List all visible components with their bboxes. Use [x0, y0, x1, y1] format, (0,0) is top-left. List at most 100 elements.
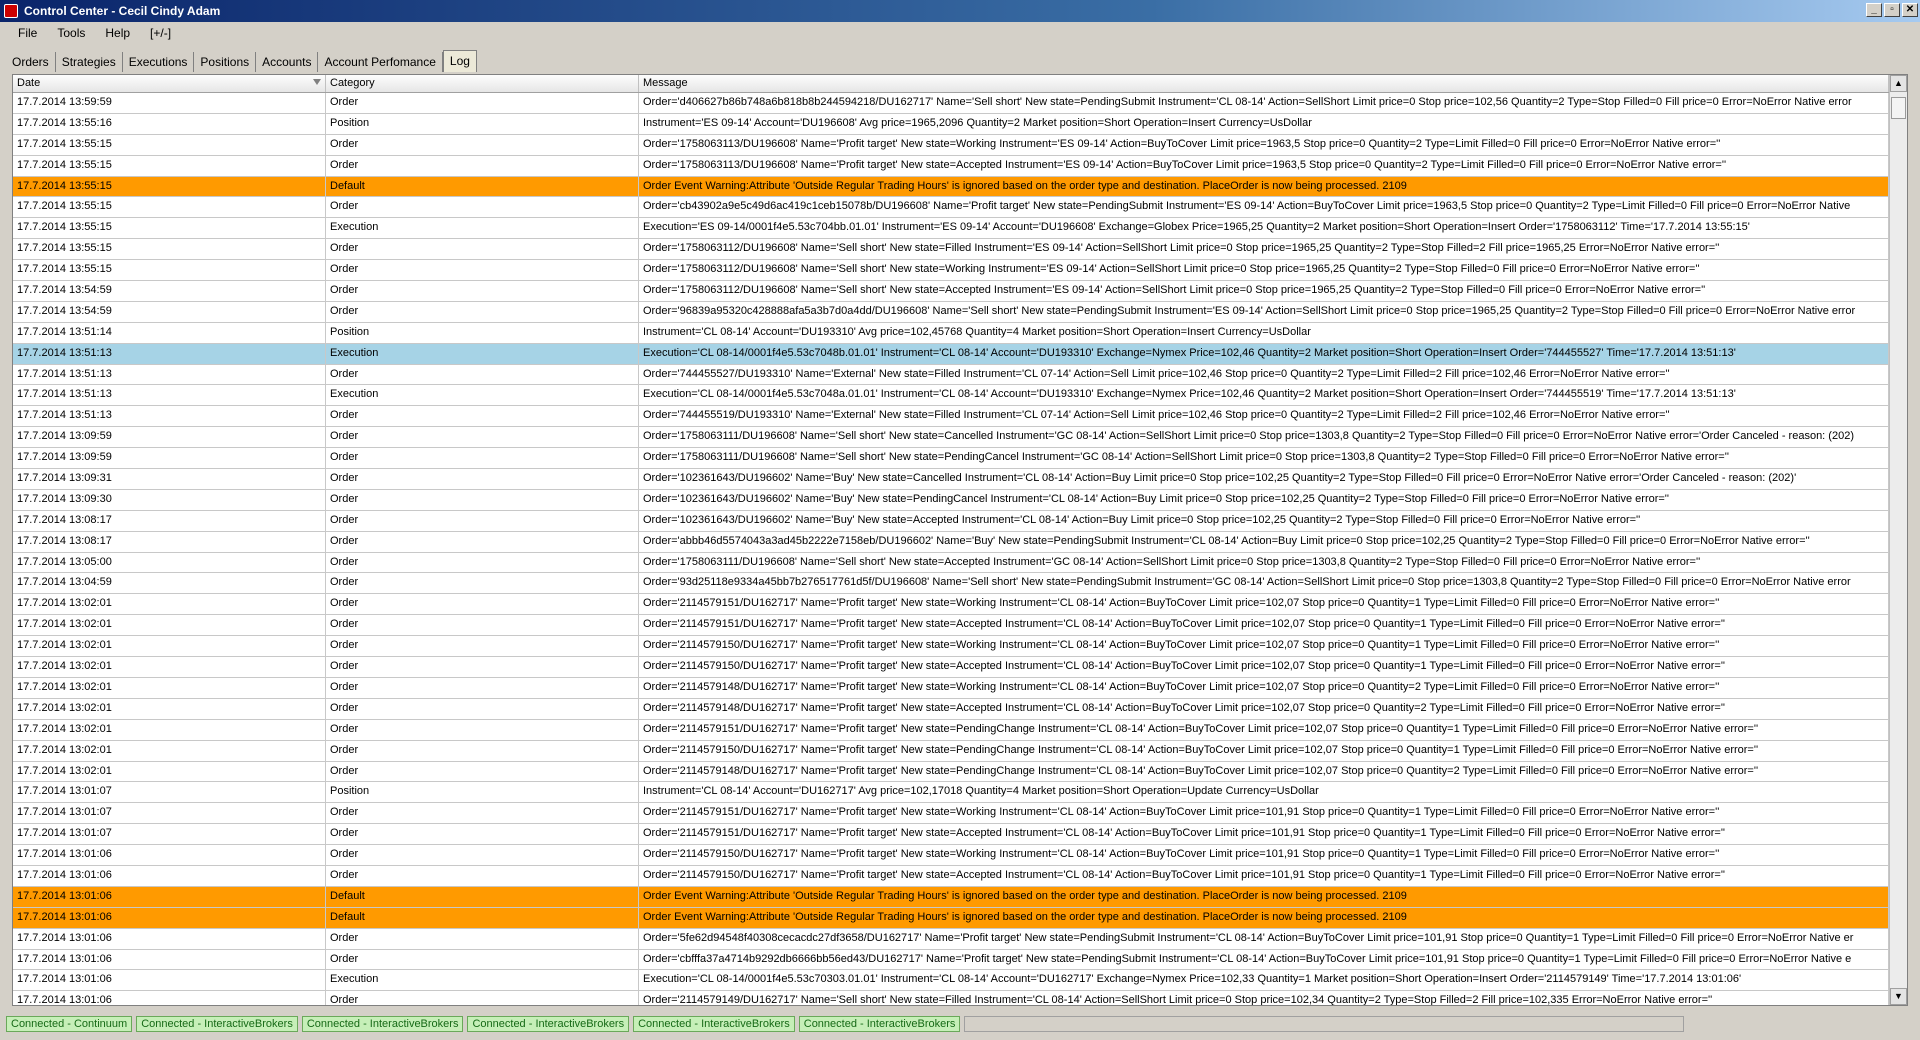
cell-category: Order [326, 155, 639, 176]
tab-strategies[interactable]: Strategies [56, 52, 123, 72]
table-row[interactable]: 17.7.2014 13:01:06 Execution Execution='CL… [13, 970, 1889, 992]
cell-category: Execution [326, 385, 639, 406]
scroll-down-icon[interactable]: ▼ [1890, 988, 1907, 1005]
cell-message: Execution='CL 08-14/0001f4e5.53c7048b.01… [639, 343, 1889, 364]
cell-date: 17.7.2014 13:01:06 [13, 991, 326, 1005]
column-header-date[interactable]: Date [13, 75, 326, 92]
table-row[interactable]: 17.7.2014 13:09:59 Order Order='1758063111… [13, 448, 1889, 470]
cell-date: 17.7.2014 13:01:06 [13, 949, 326, 970]
table-row[interactable]: 17.7.2014 13:55:16 Position Instrument='ES… [13, 113, 1889, 135]
table-row[interactable]: 17.7.2014 13:02:01 Order Order='2114579148… [13, 761, 1889, 783]
table-row[interactable]: 17.7.2014 13:55:15 Order Order='1758063112… [13, 239, 1889, 261]
cell-category: Order [326, 719, 639, 740]
cell-date: 17.7.2014 13:02:01 [13, 615, 326, 636]
cell-date: 17.7.2014 13:02:01 [13, 740, 326, 761]
table-row[interactable]: 17.7.2014 13:02:01 Order Order='2114579148… [13, 677, 1889, 699]
table-row[interactable]: 17.7.2014 13:01:06 Order Order='5fe62d9454… [13, 928, 1889, 950]
cell-date: 17.7.2014 13:01:06 [13, 865, 326, 886]
cell-category: Order [326, 803, 639, 824]
table-row[interactable]: 17.7.2014 13:55:15 Execution Execution='ES… [13, 218, 1889, 240]
table-row[interactable]: 17.7.2014 13:51:13 Order Order='744455519/… [13, 406, 1889, 428]
cell-date: 17.7.2014 13:02:01 [13, 719, 326, 740]
table-row[interactable]: 17.7.2014 13:01:07 Position Instrument='CL… [13, 782, 1889, 804]
table-row[interactable]: 17.7.2014 13:54:59 Order Order='1758063112… [13, 281, 1889, 302]
table-row[interactable]: 17.7.2014 13:02:01 Order Order='2114579150… [13, 657, 1889, 678]
table-row[interactable]: 17.7.2014 13:55:15 Default Order Event War… [13, 176, 1889, 198]
minimize-button[interactable]: _ [1866, 3, 1882, 17]
table-row[interactable]: 17.7.2014 13:01:06 Default Order Event War… [13, 907, 1889, 929]
table-row[interactable]: 17.7.2014 13:01:06 Order Order='2114579150… [13, 845, 1889, 866]
cell-category: Order [326, 469, 639, 489]
table-row[interactable]: 17.7.2014 13:05:00 Order Order='1758063111… [13, 552, 1889, 574]
table-row[interactable]: 17.7.2014 13:55:15 Order Order='cb43902a9e… [13, 197, 1889, 219]
menu-tools[interactable]: Tools [47, 24, 95, 42]
table-row[interactable]: 17.7.2014 13:09:59 Order Order='1758063111… [13, 427, 1889, 449]
table-row[interactable]: 17.7.2014 13:02:01 Order Order='2114579148… [13, 698, 1889, 720]
scroll-up-icon[interactable]: ▲ [1890, 75, 1907, 92]
cell-message: Execution='ES 09-14/0001f4e5.53c704bb.01… [639, 218, 1889, 239]
menu-file[interactable]: File [8, 24, 47, 42]
cell-message: Order='5fe62d94548f40308cecacdc27df3658/… [639, 928, 1889, 949]
table-row[interactable]: 17.7.2014 13:55:15 Order Order='1758063112… [13, 260, 1889, 282]
cell-category: Order [326, 636, 639, 657]
cell-message: Order='102361643/DU196602' Name='Buy' Ne… [639, 510, 1889, 531]
close-button[interactable]: ✕ [1902, 3, 1918, 17]
maximize-button[interactable]: ▫ [1884, 3, 1900, 17]
cell-message: Order='1758063111/DU196608' Name='Sell s… [639, 448, 1889, 469]
column-header-date-label: Date [17, 77, 41, 89]
table-row[interactable]: 17.7.2014 13:02:01 Order Order='2114579151… [13, 615, 1889, 637]
table-row[interactable]: 17.7.2014 13:51:14 Position Instrument='CL… [13, 322, 1889, 344]
cell-message: Instrument='CL 08-14' Account='DU193310'… [639, 322, 1889, 343]
tab-positions[interactable]: Positions [194, 52, 257, 72]
menu-toggle[interactable]: [+/-] [140, 24, 181, 42]
menu-bar: File Tools Help [+/-] [0, 22, 1920, 44]
table-row[interactable]: 17.7.2014 13:01:06 Default Order Event War… [13, 886, 1889, 908]
table-row[interactable]: 17.7.2014 13:02:01 Order Order='2114579150… [13, 636, 1889, 658]
tab-strip: Orders Strategies Executions Positions A… [6, 48, 477, 72]
table-row[interactable]: 17.7.2014 13:54:59 Order Order='96839a9532… [13, 301, 1889, 323]
table-row[interactable]: 17.7.2014 13:51:13 Order Order='744455527/… [13, 364, 1889, 386]
table-row[interactable]: 17.7.2014 13:51:13 Execution Execution='CL… [13, 343, 1889, 365]
table-row[interactable]: 17.7.2014 13:01:06 Order Order='2114579150… [13, 865, 1889, 887]
cell-message: Order='102361643/DU196602' Name='Buy' Ne… [639, 489, 1889, 510]
cell-date: 17.7.2014 13:02:01 [13, 677, 326, 698]
table-row[interactable]: 17.7.2014 13:09:31 Order Order='102361643/… [13, 469, 1889, 490]
cell-date: 17.7.2014 13:01:07 [13, 803, 326, 824]
table-row[interactable]: 17.7.2014 13:02:01 Order Order='2114579151… [13, 719, 1889, 741]
table-row[interactable]: 17.7.2014 13:55:15 Order Order='1758063113… [13, 155, 1889, 177]
table-row[interactable]: 17.7.2014 13:09:30 Order Order='102361643/… [13, 489, 1889, 511]
table-row[interactable]: 17.7.2014 13:04:59 Order Order='93d25118e9… [13, 573, 1889, 595]
menu-help[interactable]: Help [95, 24, 140, 42]
cell-category: Position [326, 113, 639, 134]
cell-date: 17.7.2014 13:02:01 [13, 636, 326, 657]
table-row[interactable]: 17.7.2014 13:01:07 Order Order='2114579151… [13, 803, 1889, 825]
cell-date: 17.7.2014 13:02:01 [13, 761, 326, 782]
table-row[interactable]: 17.7.2014 13:08:17 Order Order='abbb46d557… [13, 531, 1889, 553]
table-row[interactable]: 17.7.2014 13:55:15 Order Order='1758063113… [13, 134, 1889, 156]
cell-date: 17.7.2014 13:09:59 [13, 448, 326, 469]
cell-message: Order='1758063113/DU196608' Name='Profit… [639, 134, 1889, 155]
column-header-category[interactable]: Category [326, 75, 639, 92]
table-row[interactable]: 17.7.2014 13:01:06 Order Order='cbfffa37a4… [13, 949, 1889, 971]
table-row[interactable]: 17.7.2014 13:02:01 Order Order='2114579151… [13, 594, 1889, 616]
table-row[interactable]: 17.7.2014 13:01:07 Order Order='2114579151… [13, 824, 1889, 846]
cell-message: Order='96839a95320c428888afa5a3b7d0a4dd/… [639, 301, 1889, 322]
table-row[interactable]: 17.7.2014 13:02:01 Order Order='2114579150… [13, 740, 1889, 762]
app-icon [4, 4, 18, 18]
vertical-scrollbar[interactable]: ▲ ▼ [1889, 75, 1907, 1005]
table-row[interactable]: 17.7.2014 13:08:17 Order Order='102361643/… [13, 510, 1889, 532]
tab-account-performance[interactable]: Account Perfomance [318, 52, 443, 72]
tab-accounts[interactable]: Accounts [256, 52, 319, 72]
cell-category: Order [326, 552, 639, 573]
cell-message: Order='1758063112/DU196608' Name='Sell s… [639, 239, 1889, 260]
column-header-message[interactable]: Message [639, 75, 1889, 92]
table-row[interactable]: 17.7.2014 13:51:13 Execution Execution='CL… [13, 385, 1889, 407]
scroll-thumb[interactable] [1891, 97, 1906, 119]
tab-orders[interactable]: Orders [6, 52, 56, 72]
table-row[interactable]: 17.7.2014 13:01:06 Order Order='2114579149… [13, 991, 1889, 1005]
cell-date: 17.7.2014 13:55:15 [13, 134, 326, 155]
tab-log[interactable]: Log [442, 50, 477, 72]
cell-date: 17.7.2014 13:09:59 [13, 427, 326, 448]
tab-executions[interactable]: Executions [123, 52, 195, 72]
table-row[interactable]: 17.7.2014 13:59:59 Order Order='d406627b86… [13, 93, 1889, 114]
